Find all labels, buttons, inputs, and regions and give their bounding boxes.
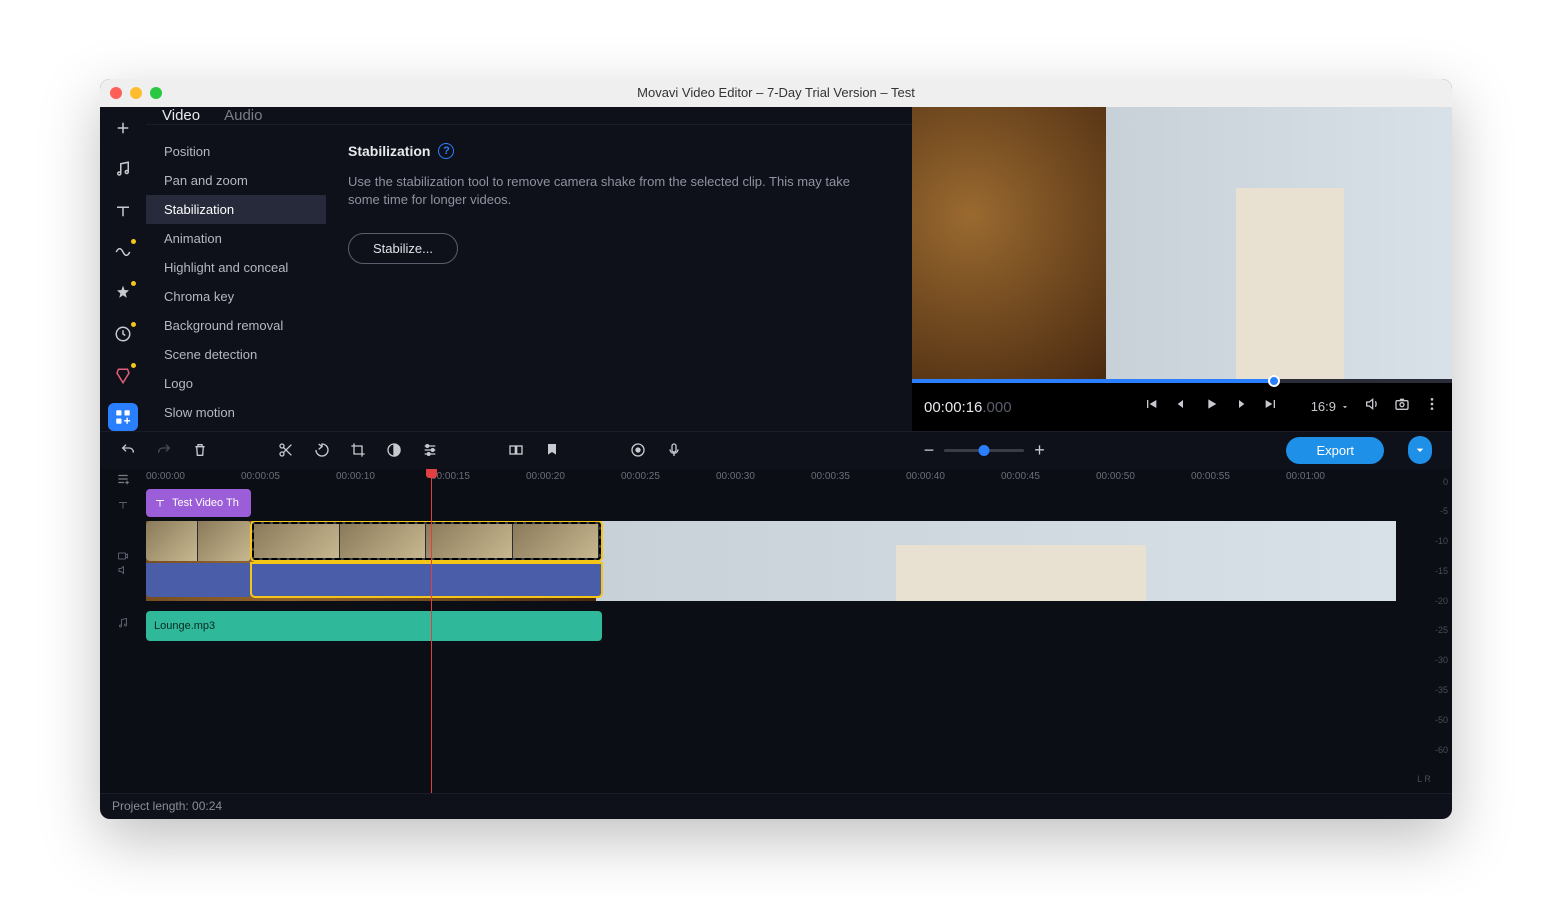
rotate-button[interactable] [314, 442, 330, 458]
volume-button[interactable] [1364, 396, 1380, 417]
zoom-slider[interactable] [944, 449, 1024, 452]
export-dropdown-button[interactable] [1408, 436, 1432, 464]
redo-button[interactable] [156, 442, 172, 458]
elements-button[interactable] [108, 362, 138, 389]
window-title: Movavi Video Editor – 7-Day Trial Versio… [100, 85, 1452, 100]
heading-text: Stabilization [348, 143, 430, 159]
titlebar: Movavi Video Editor – 7-Day Trial Versio… [100, 79, 1452, 107]
crop-button[interactable] [350, 442, 366, 458]
video-audio-1[interactable] [146, 563, 251, 597]
stickers-button[interactable] [108, 321, 138, 348]
video-clip-1[interactable] [146, 521, 251, 561]
timeline-ruler[interactable]: 00:00:0000:00:0500:00:1000:00:1500:00:20… [146, 469, 1396, 489]
title-clip-label: Test Video Th [172, 497, 239, 509]
video-audio-2[interactable] [251, 563, 603, 597]
zoom-in-button[interactable]: + [1034, 440, 1045, 461]
music-clip-label: Lounge.mp3 [154, 620, 215, 632]
more-tools-button[interactable] [108, 403, 138, 430]
timecode-ms: .000 [982, 399, 1011, 416]
import-media-button[interactable] [108, 115, 138, 142]
timeline-toolbar: − + Export [100, 431, 1452, 469]
export-button[interactable]: Export [1286, 437, 1384, 464]
timecode: 00:00:16.000 [924, 398, 1012, 416]
project-length: Project length: 00:24 [112, 799, 222, 813]
sub-position[interactable]: Position [146, 137, 326, 166]
sub-background-removal[interactable]: Background removal [146, 311, 326, 340]
video-tools-list: Position Pan and zoom Stabilization Anim… [146, 125, 326, 439]
audio-track-head[interactable] [100, 605, 146, 641]
left-rail [100, 107, 146, 431]
titles-button[interactable] [108, 197, 138, 224]
transitions-button[interactable] [108, 238, 138, 265]
prev-frame-button[interactable] [1173, 396, 1189, 417]
preview-pane: 00:00:16.000 16:9 [912, 107, 1452, 431]
play-button[interactable] [1203, 396, 1219, 417]
video-clip-2[interactable] [251, 521, 603, 561]
sub-highlight-conceal[interactable]: Highlight and conceal [146, 253, 326, 282]
marker-button[interactable] [544, 442, 560, 458]
stabilize-button[interactable]: Stabilize... [348, 233, 458, 264]
preview-video[interactable] [912, 107, 1452, 379]
snapshot-button[interactable] [1394, 396, 1410, 417]
title-clip[interactable]: Test Video Th [146, 489, 251, 517]
add-track-button[interactable] [100, 469, 146, 489]
transition-wizard-button[interactable] [508, 442, 524, 458]
record-video-button[interactable] [630, 442, 646, 458]
sub-logo[interactable]: Logo [146, 369, 326, 398]
clip-properties-button[interactable] [422, 442, 438, 458]
sub-stabilization[interactable]: Stabilization [146, 195, 326, 224]
music-clip[interactable]: Lounge.mp3 [146, 611, 602, 641]
next-clip-button[interactable] [1263, 396, 1279, 417]
help-icon[interactable]: ? [438, 143, 454, 159]
split-button[interactable] [278, 442, 294, 458]
sub-scene-detection[interactable]: Scene detection [146, 340, 326, 369]
sub-pan-zoom[interactable]: Pan and zoom [146, 166, 326, 195]
next-frame-button[interactable] [1233, 396, 1249, 417]
sub-chroma-key[interactable]: Chroma key [146, 282, 326, 311]
preview-scrubber[interactable] [912, 379, 1452, 383]
timecode-main: 00:00:16 [924, 399, 982, 416]
effects-button[interactable] [108, 280, 138, 307]
content-heading: Stabilization ? [348, 143, 454, 159]
audio-library-button[interactable] [108, 156, 138, 183]
content-description: Use the stabilization tool to remove cam… [348, 173, 868, 209]
tab-audio[interactable]: Audio [224, 107, 262, 124]
sub-slow-motion[interactable]: Slow motion [146, 398, 326, 427]
panel-tabs: Video Audio [146, 107, 912, 125]
undo-button[interactable] [120, 442, 136, 458]
prev-clip-button[interactable] [1143, 396, 1159, 417]
sub-animation[interactable]: Animation [146, 224, 326, 253]
delete-button[interactable] [192, 442, 208, 458]
video-track-head[interactable] [100, 521, 146, 605]
preview-menu-button[interactable] [1424, 396, 1440, 417]
audio-meters: 0-5-10-15-20-25-30-35-50-60L R [1396, 469, 1452, 793]
aspect-ratio-selector[interactable]: 16:9 [1311, 399, 1350, 414]
zoom-out-button[interactable]: − [924, 440, 935, 461]
scrub-handle[interactable] [1268, 375, 1280, 387]
record-audio-button[interactable] [666, 442, 682, 458]
tab-video[interactable]: Video [162, 107, 200, 124]
title-track-head[interactable] [100, 489, 146, 521]
statusbar: Project length: 00:24 [100, 793, 1452, 819]
playhead[interactable] [431, 469, 432, 793]
color-adjust-button[interactable] [386, 442, 402, 458]
